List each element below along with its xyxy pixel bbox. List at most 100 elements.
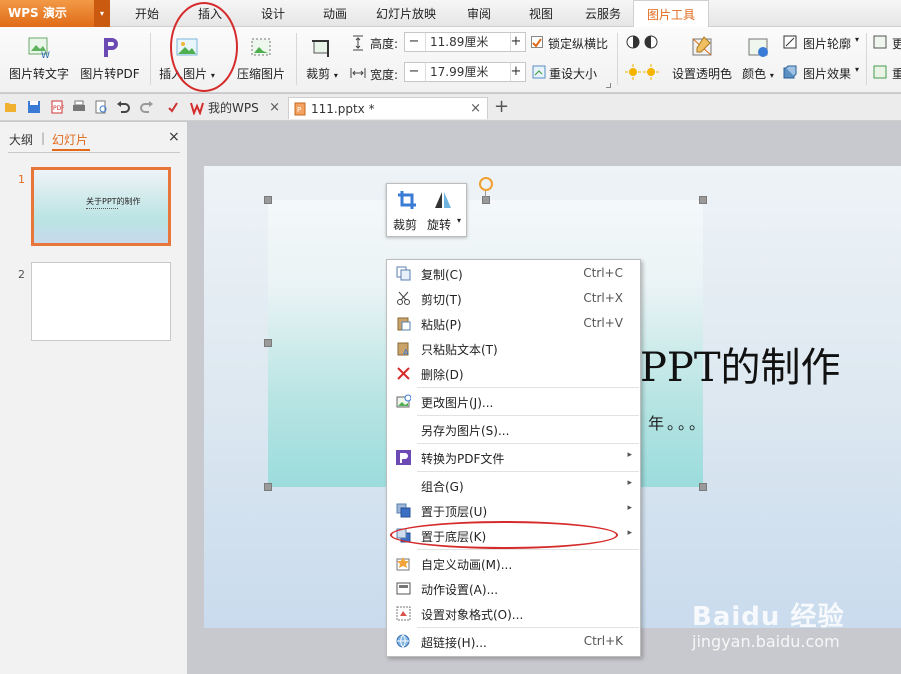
color-arrow-icon: ▾ — [769, 71, 774, 80]
print-preview-icon[interactable] — [94, 100, 108, 114]
crop-button[interactable]: 裁剪 ▾ — [302, 35, 342, 82]
pic-to-pdf-button[interactable]: 图片转PDF — [78, 35, 142, 82]
undo-icon[interactable] — [116, 100, 130, 114]
custom-animation-icon — [396, 557, 410, 571]
floating-toolbar: 裁剪 旋转 ▾ — [386, 183, 467, 237]
tab-slideshow[interactable]: 幻灯片放映 — [370, 0, 442, 27]
close-tab-icon[interactable]: × — [470, 98, 481, 120]
picture-outline-button[interactable]: 图片轮廓 ▾ — [783, 35, 865, 51]
menu-item-delete[interactable]: 删除(D) — [387, 361, 640, 386]
open-folder-icon[interactable] — [4, 100, 18, 114]
resize-handle[interactable] — [264, 196, 272, 204]
thumb-title: 关于PPT的制作 — [86, 197, 141, 206]
width-increase-button[interactable]: + — [507, 63, 525, 81]
menu-item-label: 组合(G) — [421, 480, 464, 494]
menu-item-paste-text[interactable]: A 只粘贴文本(T) — [387, 336, 640, 361]
pic-to-text-label: 图片转文字 — [8, 67, 69, 81]
resize-handle[interactable] — [699, 196, 707, 204]
rotate-flip-icon[interactable] — [433, 190, 453, 210]
menu-item-action-settings[interactable]: 动作设置(A)... — [387, 576, 640, 601]
height-decrease-button[interactable]: − — [405, 33, 423, 51]
menu-item-change-picture[interactable]: 更改图片(J)... — [387, 389, 640, 414]
tab-design[interactable]: 设计 — [246, 0, 300, 27]
new-tab-button[interactable]: + — [494, 96, 509, 117]
tab-picture-tools[interactable]: 图片工具 — [633, 0, 709, 28]
menu-item-custom-animation[interactable]: 自定义动画(M)... — [387, 551, 640, 576]
svg-text:P: P — [297, 106, 301, 114]
close-panel-icon[interactable]: × — [168, 129, 180, 145]
ribbon-divider — [866, 33, 867, 85]
slide-title[interactable]: PPT的制作 — [640, 335, 841, 393]
tab-outline[interactable]: 大纲 — [9, 131, 33, 148]
menu-item-paste[interactable]: 粘贴(P) Ctrl+V — [387, 311, 640, 336]
height-increase-button[interactable]: + — [507, 33, 525, 51]
menu-item-label: 转换为PDF文件 — [421, 452, 505, 466]
slide-subtitle[interactable]: 年。。。 — [648, 410, 708, 434]
mini-crop-label[interactable]: 裁剪 — [393, 216, 417, 233]
save-icon[interactable] — [27, 100, 41, 114]
compress-picture-button[interactable]: 压缩图片 — [234, 35, 288, 82]
pic-to-text-button[interactable]: W 图片转文字 — [6, 35, 72, 82]
slide-thumbnail-1[interactable]: 关于PPT的制作 — [31, 167, 171, 246]
more-tool-button-2[interactable]: 重 — [873, 65, 901, 81]
context-menu: 复制(C) Ctrl+C 剪切(T) Ctrl+X 粘贴(P) Ctrl+V A… — [386, 259, 641, 657]
mini-rotate-label[interactable]: 旋转 — [427, 216, 451, 233]
app-menu-button[interactable]: WPS 演示 ▾ — [0, 0, 110, 27]
menu-item-label: 粘贴(P) — [421, 318, 462, 332]
menu-item-copy[interactable]: 复制(C) Ctrl+C — [387, 261, 640, 286]
menu-item-convert-pdf[interactable]: 转换为PDF文件 ▸ — [387, 445, 640, 470]
menu-item-format-object[interactable]: 设置对象格式(O)... — [387, 601, 640, 626]
menu-separator — [417, 549, 639, 550]
height-spinner[interactable]: − 11.89厘米 + — [404, 32, 526, 52]
quick-access-bar: PDF 我的WPS × P 111.pptx * × + — [0, 94, 901, 121]
tab-slides[interactable]: 幻灯片 — [52, 131, 88, 148]
menu-item-bring-to-front[interactable]: 置于顶层(U) ▸ — [387, 498, 640, 523]
dialog-launcher-icon[interactable] — [606, 83, 611, 88]
color-button[interactable]: 颜色 ▾ — [740, 35, 776, 82]
rotate-handle-icon[interactable] — [479, 177, 493, 191]
pdf-icon — [396, 450, 411, 465]
menu-separator — [417, 443, 639, 444]
menu-item-hyperlink[interactable]: 超链接(H)... Ctrl+K — [387, 629, 640, 654]
menu-separator — [417, 387, 639, 388]
tab-animation[interactable]: 动画 — [308, 0, 362, 27]
height-input[interactable]: 11.89厘米 — [425, 33, 511, 51]
tab-cloud[interactable]: 云服务 — [576, 0, 630, 27]
width-input[interactable]: 17.99厘米 — [425, 63, 511, 81]
resize-handle[interactable] — [264, 483, 272, 491]
app-title: WPS 演示 — [8, 6, 67, 20]
crop-icon — [312, 40, 329, 57]
redo-icon[interactable] — [140, 100, 154, 114]
lock-ratio-checkbox[interactable] — [531, 36, 543, 48]
resize-handle[interactable] — [699, 483, 707, 491]
export-pdf-icon[interactable]: PDF — [50, 100, 64, 114]
slide-thumbnail-2[interactable] — [31, 262, 171, 341]
resize-handle[interactable] — [264, 339, 272, 347]
menu-separator — [417, 415, 639, 416]
pdf-icon — [104, 38, 118, 57]
ribbon-divider — [617, 33, 618, 85]
compress-picture-icon — [251, 38, 271, 56]
menu-item-label: 复制(C) — [421, 268, 463, 282]
doc-tab-mywps[interactable]: 我的WPS × — [186, 97, 286, 119]
width-spinner[interactable]: − 17.99厘米 + — [404, 62, 526, 82]
doc-tab-file[interactable]: P 111.pptx * × — [288, 97, 488, 119]
menu-item-save-as-picture[interactable]: 另存为图片(S)... — [387, 417, 640, 442]
set-transparent-button[interactable]: 设置透明色 — [670, 35, 734, 82]
print-icon[interactable] — [72, 100, 86, 114]
width-decrease-button[interactable]: − — [405, 63, 423, 81]
resize-handle[interactable] — [482, 196, 490, 204]
menu-item-group[interactable]: 组合(G) ▸ — [387, 473, 640, 498]
menu-item-label: 自定义动画(M)... — [421, 558, 513, 572]
customize-quick-access-icon[interactable] — [166, 100, 180, 114]
contrast-icon — [626, 35, 658, 49]
tab-view[interactable]: 视图 — [514, 0, 568, 27]
close-tab-icon[interactable]: × — [269, 97, 280, 119]
picture-effect-button[interactable]: 图片效果 ▾ — [783, 65, 865, 81]
menu-item-cut[interactable]: 剪切(T) Ctrl+X — [387, 286, 640, 311]
tab-home[interactable]: 开始 — [122, 0, 172, 27]
tab-review[interactable]: 审阅 — [452, 0, 506, 27]
crop-icon[interactable] — [397, 190, 417, 210]
rotate-arrow-icon[interactable]: ▾ — [457, 216, 461, 225]
more-tool-button-1[interactable]: 更 — [873, 35, 901, 51]
